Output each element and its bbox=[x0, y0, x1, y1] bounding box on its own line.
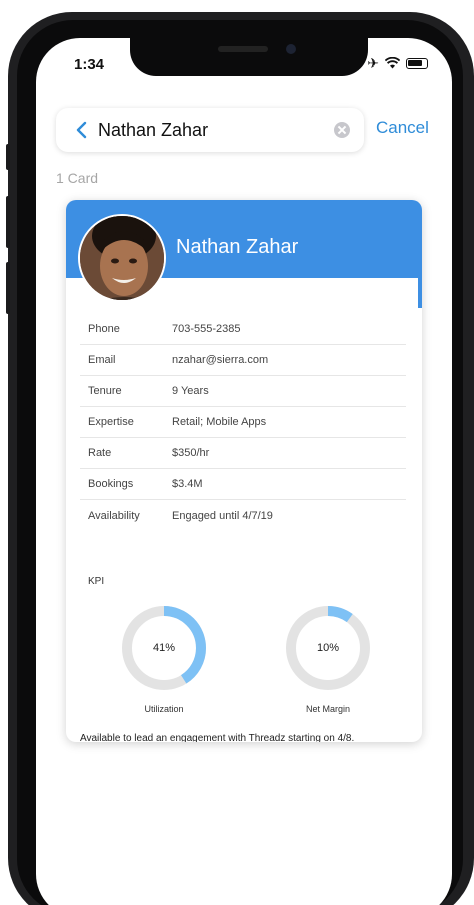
net-margin-label: Net Margin bbox=[305, 704, 350, 714]
tenure-value: 9 Years bbox=[172, 385, 209, 397]
info-row-availability: Availability Engaged until 4/7/19 bbox=[80, 500, 406, 531]
info-row-phone: Phone 703-555-2385 bbox=[80, 314, 406, 345]
speaker bbox=[218, 46, 268, 52]
avatar[interactable] bbox=[78, 214, 166, 302]
clear-icon[interactable] bbox=[334, 122, 350, 138]
info-label: Phone bbox=[88, 323, 120, 335]
result-count: 1 Card bbox=[56, 170, 99, 186]
chevron-left-icon[interactable] bbox=[68, 117, 94, 143]
rate-value: $350/hr bbox=[172, 447, 210, 459]
volume-down-button bbox=[6, 262, 10, 314]
info-row-tenure: Tenure 9 Years bbox=[80, 376, 406, 407]
screen: 1:34 ✈ Nathan Zahar Cancel 1 Card Nathan… bbox=[36, 38, 452, 905]
status-icons: ✈ bbox=[367, 56, 428, 70]
phone-value[interactable]: 703-555-2385 bbox=[172, 323, 241, 335]
utilization-gauge: 41% bbox=[118, 602, 210, 694]
battery-icon bbox=[406, 57, 428, 69]
info-label: Expertise bbox=[88, 416, 134, 428]
info-table: Phone 703-555-2385 Email nzahar@sierra.c… bbox=[80, 314, 406, 531]
contact-card[interactable]: Nathan Zahar Phone 703-555-2385 Email nz… bbox=[66, 200, 422, 742]
info-label: Tenure bbox=[88, 385, 122, 397]
cancel-button[interactable]: Cancel bbox=[376, 118, 429, 138]
info-label: Rate bbox=[88, 447, 112, 459]
bookings-value: $3.4M bbox=[172, 478, 203, 490]
info-label: Availability bbox=[88, 509, 140, 522]
header-accent bbox=[418, 278, 422, 308]
info-row-email: Email nzahar@sierra.com bbox=[80, 345, 406, 376]
utilization-value: 41% bbox=[152, 642, 176, 654]
email-value[interactable]: nzahar@sierra.com bbox=[172, 354, 268, 366]
expertise-value: Retail; Mobile Apps bbox=[172, 416, 267, 428]
airplane-icon: ✈ bbox=[367, 55, 379, 71]
info-row-rate: Rate $350/hr bbox=[80, 438, 406, 469]
net-margin-value: 10% bbox=[316, 642, 340, 654]
wifi-icon bbox=[385, 57, 400, 69]
status-time: 1:34 bbox=[74, 56, 105, 73]
search-input[interactable]: Nathan Zahar bbox=[98, 120, 334, 141]
utilization-label: Utilization bbox=[144, 704, 184, 714]
info-row-expertise: Expertise Retail; Mobile Apps bbox=[80, 407, 406, 438]
front-camera bbox=[286, 44, 296, 54]
search-bar[interactable]: Nathan Zahar bbox=[56, 108, 364, 152]
net-margin-gauge: 10% bbox=[282, 602, 374, 694]
info-label: Bookings bbox=[88, 478, 134, 490]
mute-switch bbox=[6, 144, 10, 170]
availability-value: Engaged until 4/7/19 bbox=[172, 509, 273, 522]
info-row-bookings: Bookings $3.4M bbox=[80, 469, 406, 500]
card-note: Available to lead an engagement with Thr… bbox=[80, 733, 355, 742]
card-name: Nathan Zahar bbox=[176, 236, 299, 258]
notch bbox=[130, 38, 368, 76]
kpi-label: KPI bbox=[88, 576, 105, 587]
info-label: Email bbox=[88, 354, 116, 366]
volume-up-button bbox=[6, 196, 10, 248]
